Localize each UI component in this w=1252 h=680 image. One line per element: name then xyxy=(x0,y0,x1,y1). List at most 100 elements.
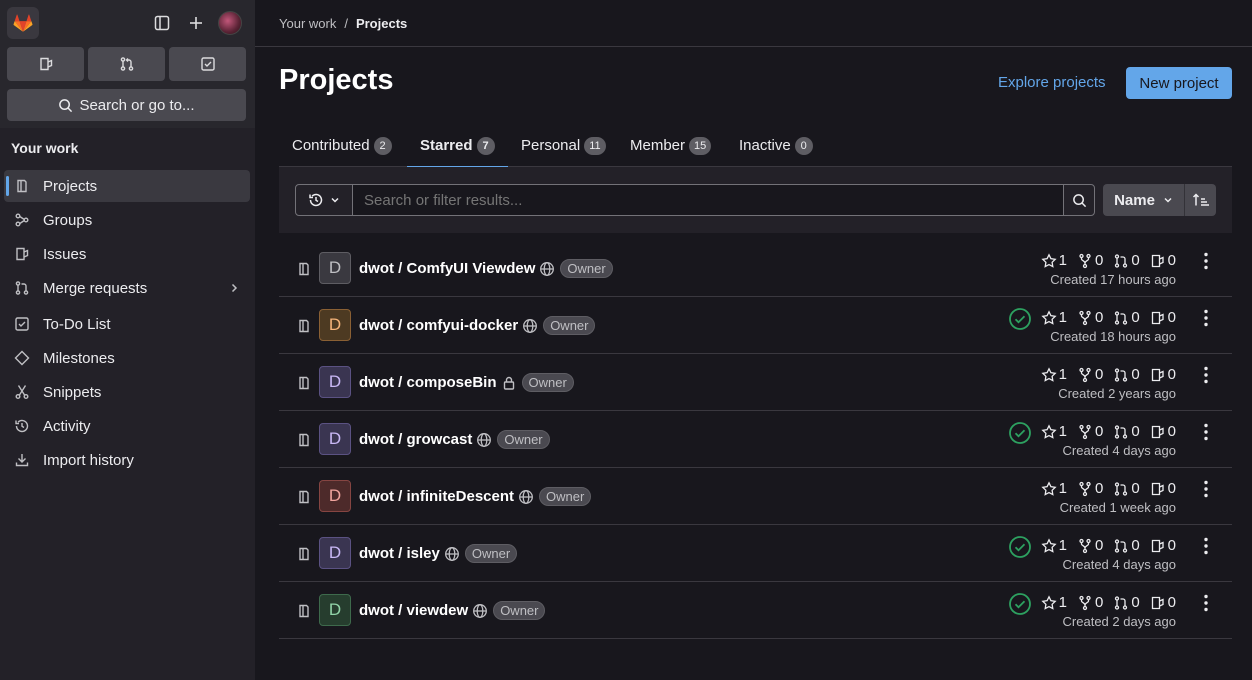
todo-shortcut-button[interactable] xyxy=(169,47,246,81)
project-row[interactable]: D dwot / comfyui-docker Owner 1 0 0 0 Cr… xyxy=(279,297,1232,354)
sidebar-item-milestones[interactable]: Milestones xyxy=(4,342,250,374)
issues-stat[interactable]: 0 xyxy=(1150,537,1176,554)
sidebar-item-label: Groups xyxy=(43,211,93,229)
forks-stat[interactable]: 0 xyxy=(1077,480,1103,497)
merge-requests-stat[interactable]: 0 xyxy=(1113,309,1140,326)
project-row[interactable]: D dwot / composeBin Owner 1 0 0 0 Create… xyxy=(279,354,1232,411)
breadcrumb-current[interactable]: Projects xyxy=(356,16,407,31)
sort-direction-button[interactable] xyxy=(1184,184,1216,216)
globe-icon xyxy=(476,432,492,448)
avatar[interactable] xyxy=(218,11,242,35)
pipeline-passed-icon[interactable] xyxy=(1008,421,1032,445)
project-name-link[interactable]: dwot / comfyui-docker xyxy=(359,317,518,334)
tab-member[interactable]: Member 15 xyxy=(630,124,712,167)
pipeline-passed-icon[interactable] xyxy=(1008,535,1032,559)
issues-stat[interactable]: 0 xyxy=(1150,252,1176,269)
issues-shortcut-button[interactable] xyxy=(7,47,84,81)
stars-stat[interactable]: 1 xyxy=(1041,594,1067,611)
explore-projects-link[interactable]: Explore projects xyxy=(998,74,1106,91)
project-name-link[interactable]: dwot / viewdew xyxy=(359,602,468,619)
issues-stat[interactable]: 0 xyxy=(1150,366,1176,383)
star-icon xyxy=(1041,537,1057,553)
project-row[interactable]: D dwot / viewdew Owner 1 0 0 0 Created 2… xyxy=(279,582,1232,639)
merge-requests-shortcut-button[interactable] xyxy=(88,47,165,81)
project-avatar[interactable]: D xyxy=(319,423,351,455)
more-actions-icon[interactable] xyxy=(1204,594,1208,612)
sidebar-toggle-icon[interactable] xyxy=(150,11,174,35)
recent-searches-button[interactable] xyxy=(295,184,353,216)
project-row[interactable]: D dwot / ComfyUI Viewdew Owner 1 0 0 0 C… xyxy=(279,240,1232,297)
forks-stat[interactable]: 0 xyxy=(1077,366,1103,383)
forks-stat[interactable]: 0 xyxy=(1077,423,1103,440)
new-project-button[interactable]: New project xyxy=(1126,67,1232,99)
merge-requests-stat[interactable]: 0 xyxy=(1113,537,1140,554)
breadcrumb-parent-link[interactable]: Your work xyxy=(279,16,336,31)
project-name-link[interactable]: dwot / isley xyxy=(359,545,440,562)
stars-stat[interactable]: 1 xyxy=(1041,537,1067,554)
more-actions-icon[interactable] xyxy=(1204,309,1208,327)
created-time: Created 2 days ago xyxy=(1062,614,1176,629)
project-name-link[interactable]: dwot / ComfyUI Viewdew xyxy=(359,260,535,277)
more-actions-icon[interactable] xyxy=(1204,423,1208,441)
plus-icon[interactable] xyxy=(184,11,208,35)
pipeline-passed-icon[interactable] xyxy=(1008,307,1032,331)
issues-stat[interactable]: 0 xyxy=(1150,309,1176,326)
sidebar-item-snippets[interactable]: Snippets xyxy=(4,376,250,408)
merge-request-icon xyxy=(1115,253,1128,268)
project-name-link[interactable]: dwot / composeBin xyxy=(359,374,497,391)
stars-stat[interactable]: 1 xyxy=(1041,366,1067,383)
forks-stat[interactable]: 0 xyxy=(1077,309,1103,326)
project-title: dwot / composeBin Owner xyxy=(359,373,574,392)
sort-dropdown[interactable]: Name xyxy=(1103,184,1184,216)
project-name-link[interactable]: dwot / infiniteDescent xyxy=(359,488,514,505)
issues-stat[interactable]: 0 xyxy=(1150,423,1176,440)
gitlab-logo-icon[interactable] xyxy=(7,7,39,39)
more-actions-icon[interactable] xyxy=(1204,252,1208,270)
project-row[interactable]: D dwot / isley Owner 1 0 0 0 Created 4 d… xyxy=(279,525,1232,582)
chevron-right-icon[interactable] xyxy=(228,282,240,294)
filter-search-input[interactable] xyxy=(352,184,1064,216)
tab-inactive[interactable]: Inactive 0 xyxy=(739,124,813,167)
stars-stat[interactable]: 1 xyxy=(1041,480,1067,497)
forks-stat[interactable]: 0 xyxy=(1077,594,1103,611)
merge-request-icon xyxy=(1115,481,1128,496)
filter-search-button[interactable] xyxy=(1063,184,1095,216)
sidebar-item-activity[interactable]: Activity xyxy=(4,410,250,442)
project-avatar[interactable]: D xyxy=(319,252,351,284)
merge-requests-stat[interactable]: 0 xyxy=(1113,480,1140,497)
project-name-link[interactable]: dwot / growcast xyxy=(359,431,472,448)
forks-stat[interactable]: 0 xyxy=(1077,252,1103,269)
more-actions-icon[interactable] xyxy=(1204,366,1208,384)
project-row[interactable]: D dwot / infiniteDescent Owner 1 0 0 0 C… xyxy=(279,468,1232,525)
stars-stat[interactable]: 1 xyxy=(1041,252,1067,269)
project-row[interactable]: D dwot / growcast Owner 1 0 0 0 Created … xyxy=(279,411,1232,468)
merge-requests-stat[interactable]: 0 xyxy=(1113,594,1140,611)
globe-icon xyxy=(539,261,555,277)
sidebar-item-groups[interactable]: Groups xyxy=(4,204,250,236)
more-actions-icon[interactable] xyxy=(1204,480,1208,498)
merge-requests-stat[interactable]: 0 xyxy=(1113,252,1140,269)
more-actions-icon[interactable] xyxy=(1204,537,1208,555)
issues-stat[interactable]: 0 xyxy=(1150,480,1176,497)
stars-stat[interactable]: 1 xyxy=(1041,309,1067,326)
tab-contributed[interactable]: Contributed 2 xyxy=(292,124,392,167)
issues-stat[interactable]: 0 xyxy=(1150,594,1176,611)
tab-personal[interactable]: Personal 11 xyxy=(521,124,606,167)
tab-starred[interactable]: Starred 7 xyxy=(407,124,507,168)
project-avatar[interactable]: D xyxy=(319,537,351,569)
search-or-go-button[interactable]: Search or go to... xyxy=(7,89,246,121)
merge-requests-stat[interactable]: 0 xyxy=(1113,366,1140,383)
forks-stat[interactable]: 0 xyxy=(1077,537,1103,554)
sidebar-item-merge-requests[interactable]: Merge requests xyxy=(4,272,250,304)
project-avatar[interactable]: D xyxy=(319,480,351,512)
sidebar-item-issues[interactable]: Issues xyxy=(4,238,250,270)
project-avatar[interactable]: D xyxy=(319,594,351,626)
sidebar-item-todo-list[interactable]: To-Do List xyxy=(4,308,250,340)
pipeline-passed-icon[interactable] xyxy=(1008,592,1032,616)
sidebar-item-projects[interactable]: Projects xyxy=(4,170,250,202)
sidebar-item-import-history[interactable]: Import history xyxy=(4,444,250,476)
stars-stat[interactable]: 1 xyxy=(1041,423,1067,440)
merge-requests-stat[interactable]: 0 xyxy=(1113,423,1140,440)
project-avatar[interactable]: D xyxy=(319,366,351,398)
project-avatar[interactable]: D xyxy=(319,309,351,341)
